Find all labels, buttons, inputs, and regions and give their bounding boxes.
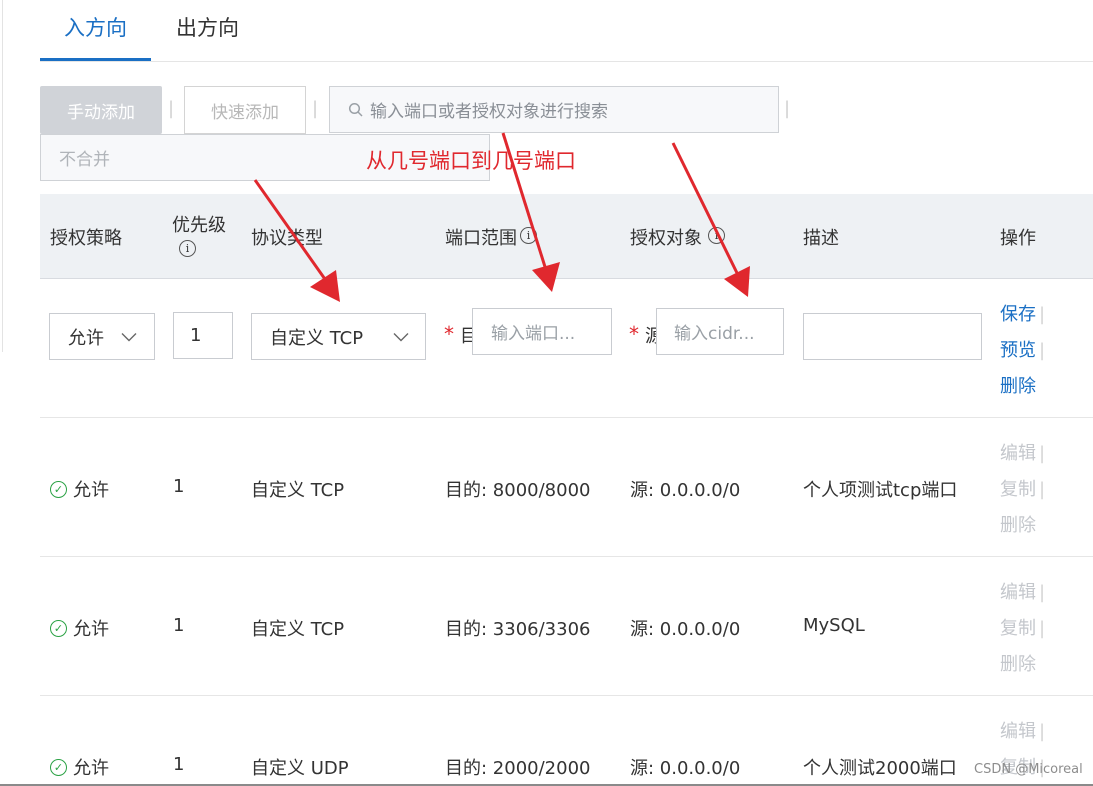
annotation-arrows: [253, 132, 750, 302]
annotation-arrow: [253, 179, 340, 302]
annotation-arrow: [671, 142, 750, 297]
annotation-arrow: [501, 132, 560, 292]
